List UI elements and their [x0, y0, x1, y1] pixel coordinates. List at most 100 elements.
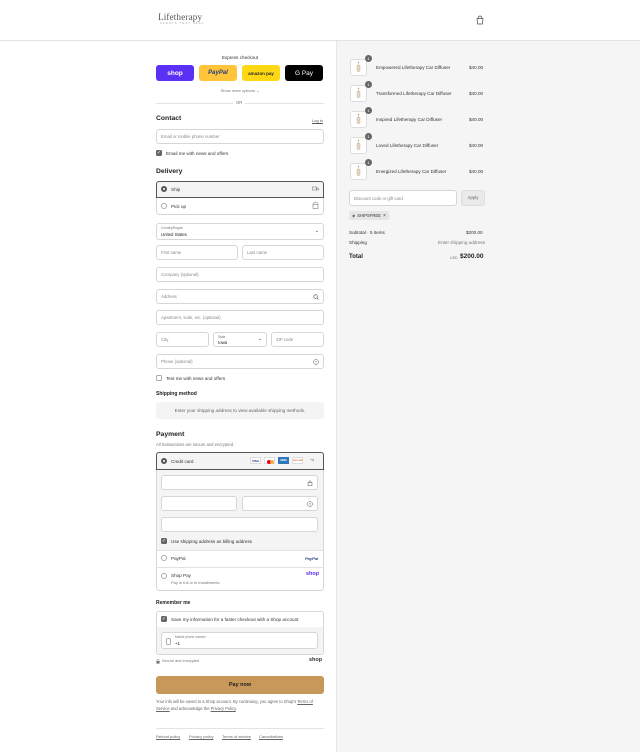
lock-icon [156, 659, 160, 664]
amazon-pay-button[interactable]: amazon pay [242, 65, 280, 81]
phone-input[interactable]: Phone (optional) ? [156, 354, 324, 369]
save-info-checkbox[interactable]: ✓ [161, 616, 167, 622]
apartment-placeholder: Apartment, suite, etc. (optional) [161, 315, 221, 320]
billing-address-label: Use shipping address as billing address [171, 539, 252, 544]
zip-input[interactable]: ZIP code [271, 332, 324, 347]
phone-placeholder: Phone (optional) [161, 359, 193, 364]
paypal-radio[interactable] [161, 555, 167, 561]
product-price: $40.00 [469, 143, 484, 148]
payment-secure-note: All transactions are secure and encrypte… [156, 442, 235, 447]
diffuser-image [356, 165, 361, 176]
state-value: Iowa [218, 340, 228, 345]
divider [156, 728, 324, 729]
shop-pay-logo: shop [306, 571, 320, 577]
phone-icon [166, 637, 171, 645]
discount-input[interactable]: Discount code or gift card [349, 190, 457, 206]
diffuser-image [356, 87, 361, 98]
pickup-radio[interactable] [161, 203, 167, 209]
zip-placeholder: ZIP code [276, 337, 294, 342]
mobile-phone-value: +1 [175, 641, 180, 646]
quantity-badge: 1 [365, 159, 372, 166]
amex-icon: AMEX [278, 457, 289, 464]
billing-address-checkbox[interactable]: ✓ [161, 538, 167, 544]
total-label: Total [349, 254, 363, 260]
state-label: State [218, 334, 226, 339]
pay-now-button[interactable]: Pay now [156, 676, 324, 694]
logo[interactable]: Lifetherapy [158, 12, 202, 22]
shop-pay-button[interactable]: shop [156, 65, 194, 81]
payment-title: Payment [156, 431, 185, 438]
state-select[interactable]: State Iowa ⌄ [213, 332, 267, 347]
ship-radio[interactable] [161, 186, 167, 192]
mastercard-icon [264, 457, 275, 464]
divider [157, 550, 323, 551]
privacy-policy-link[interactable]: Privacy Policy [211, 706, 236, 711]
email-input[interactable]: Email or mobile phone number [156, 129, 324, 144]
help-icon[interactable]: ? [313, 359, 319, 365]
truck-icon [312, 186, 319, 191]
ship-option[interactable] [156, 181, 324, 198]
product-name: Empowered Lifetherapy Car Diffuser [376, 65, 451, 70]
text-me-checkbox[interactable] [156, 375, 162, 381]
security-code-input[interactable]: ? [242, 496, 318, 511]
email-placeholder: Email or mobile phone number [161, 134, 220, 139]
country-value: United States [161, 232, 187, 237]
shop-pay-radio[interactable] [161, 573, 167, 579]
product-thumbnail [350, 163, 367, 180]
currency-label: USD [450, 256, 458, 260]
terms-of-service-footer-link[interactable]: Terms of service [222, 734, 251, 739]
diffuser-image [356, 113, 361, 124]
logo-tagline: SCENTS THAT HEAL [160, 22, 205, 25]
address-input[interactable]: Address [156, 289, 324, 304]
diffuser-image [356, 139, 361, 150]
quantity-badge: 1 [365, 55, 372, 62]
company-placeholder: Company (optional) [161, 272, 199, 277]
product-thumbnail [350, 59, 367, 76]
expiration-input[interactable] [161, 496, 237, 511]
discover-icon: DISCOVER [292, 457, 303, 464]
help-icon[interactable]: ? [307, 501, 313, 507]
shipping-method-notice: Enter your shipping address to view avai… [156, 402, 324, 419]
log-in-link[interactable]: Log in [312, 118, 323, 123]
apply-button[interactable]: Apply [461, 190, 485, 206]
chevron-down-icon: ⌄ [314, 228, 319, 234]
shipping-method-title: Shipping method [156, 391, 197, 397]
company-input[interactable]: Company (optional) [156, 267, 324, 282]
close-icon[interactable]: × [383, 213, 386, 219]
show-more-options-link[interactable]: Show more options ⌄ [156, 88, 324, 93]
bag-icon[interactable] [475, 15, 485, 25]
product-thumbnail [350, 85, 367, 102]
secure-encrypted-label: Secure and encrypted [162, 659, 200, 663]
shipping-value: Enter shipping address [438, 240, 485, 245]
text-me-label: Text me with news and offers [166, 376, 226, 381]
shipping-label: Shipping [349, 240, 367, 245]
paypal-button[interactable]: PayPal [199, 65, 237, 81]
city-input[interactable]: City [156, 332, 209, 347]
divider [157, 567, 323, 568]
mobile-phone-input[interactable]: Mobile phone number +1 [161, 632, 318, 649]
last-name-input[interactable]: Last name [242, 245, 324, 260]
country-label: Country/Region [161, 226, 184, 230]
apartment-input[interactable]: Apartment, suite, etc. (optional) [156, 310, 324, 325]
first-name-input[interactable]: First name [156, 245, 238, 260]
ship-label: Ship [171, 187, 181, 192]
name-on-card-input[interactable] [161, 517, 318, 532]
refund-policy-link[interactable]: Refund policy [156, 734, 180, 739]
newsletter-checkbox[interactable]: ✓ [156, 150, 162, 156]
mobile-phone-label: Mobile phone number [175, 635, 206, 639]
product-price: $40.00 [469, 117, 484, 122]
last-name-placeholder: Last name [247, 250, 268, 255]
privacy-policy-footer-link[interactable]: Privacy policy [189, 734, 213, 739]
paypal-label: PayPal [171, 556, 186, 561]
city-placeholder: City [161, 337, 169, 342]
terms-text: Your info will be saved to a Shop accoun… [156, 699, 326, 712]
shop-pay-label: Shop Pay [171, 573, 191, 578]
cancellations-link[interactable]: Cancellations [259, 734, 283, 739]
card-number-input[interactable] [161, 475, 318, 490]
credit-card-radio[interactable] [161, 458, 167, 464]
google-pay-button[interactable]: G Pay [285, 65, 323, 81]
paypal-logo: PayPal [305, 556, 319, 561]
product-thumbnail [350, 137, 367, 154]
visa-icon: VISA [250, 457, 261, 464]
country-select[interactable]: Country/Region United States ⌄ [156, 223, 324, 240]
